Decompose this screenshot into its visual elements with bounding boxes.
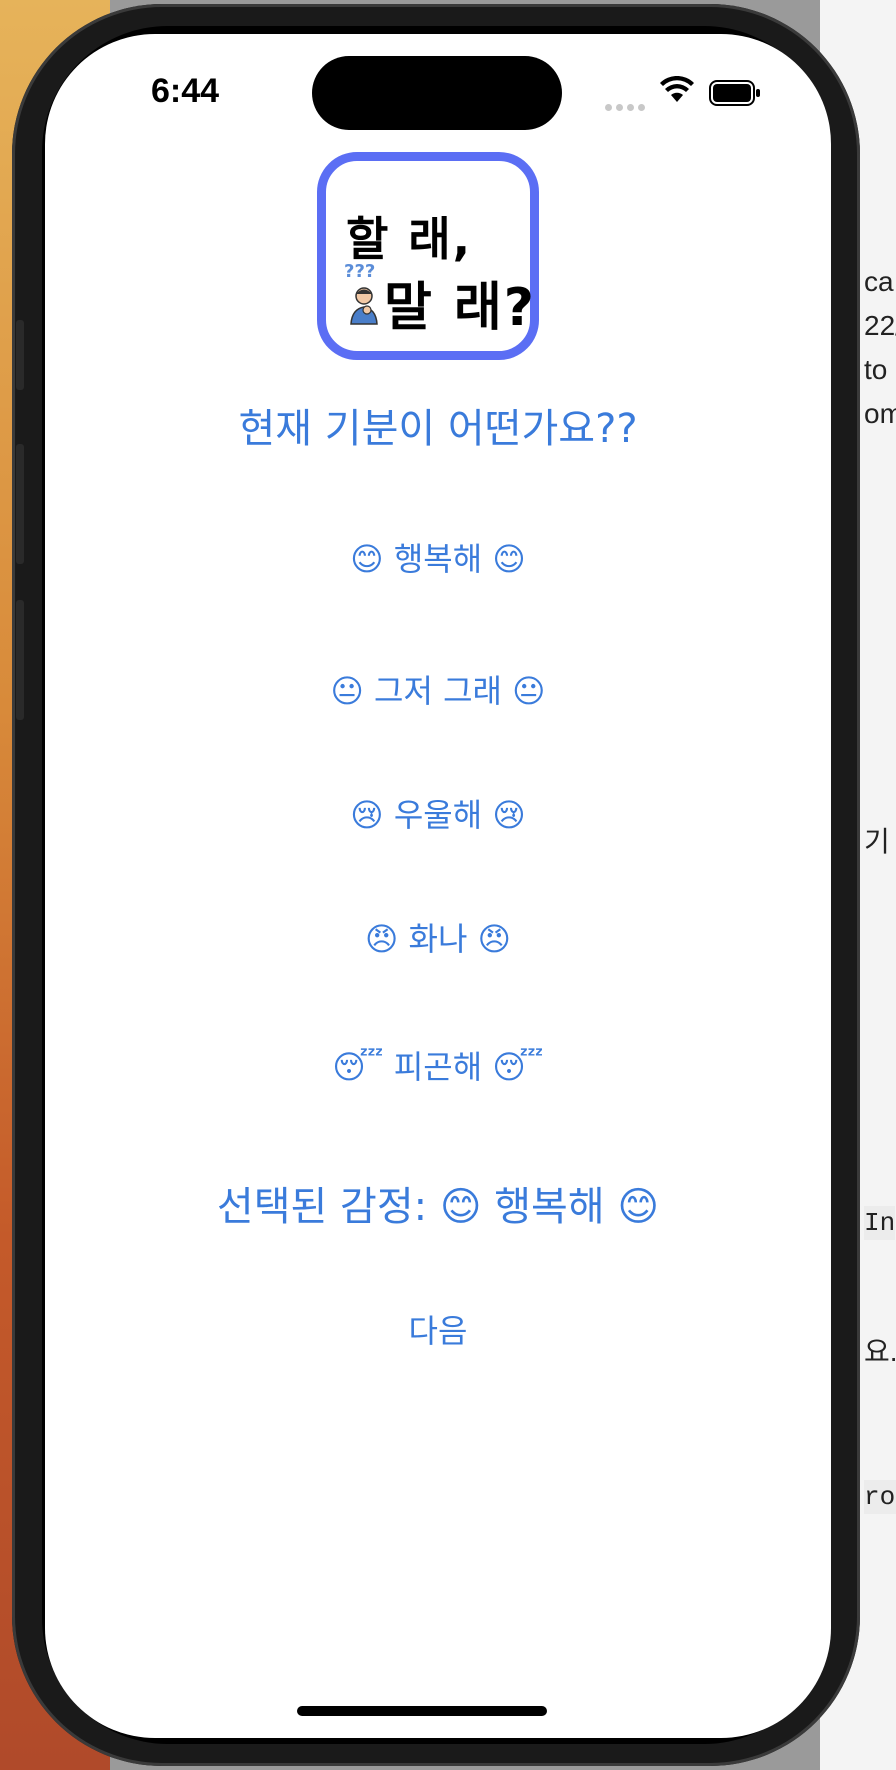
- volume-up-button: [16, 444, 24, 564]
- edge-text: 22/: [864, 310, 896, 341]
- next-button[interactable]: 다음: [45, 1306, 831, 1352]
- phone-screen: 6:44 할 래, ??? 말 래? 현재 기분이 어떤가요?? 😊 행복해 😊…: [45, 34, 831, 1738]
- logo-question-marks: ???: [344, 261, 376, 282]
- edge-text: to: [864, 354, 888, 385]
- selected-emotion: 선택된 감정: 😊 행복해 😊: [216, 1184, 660, 1230]
- edge-text: In: [864, 1206, 896, 1240]
- home-indicator[interactable]: [297, 1706, 547, 1716]
- logo-text-line1: 할 래,: [346, 212, 473, 266]
- mood-button-happy[interactable]: 😊 행복해 😊: [45, 534, 831, 580]
- mood-button-tired[interactable]: 😴 피곤해 😴: [45, 1042, 831, 1088]
- logo-text-line2: 말 래?: [384, 278, 536, 338]
- edge-text: om: [864, 398, 896, 429]
- wifi-icon: [660, 76, 694, 102]
- question-title: 현재 기분이 어떤가요??: [238, 406, 638, 452]
- edge-text: 요.: [864, 1336, 896, 1367]
- thinking-person-icon: [350, 287, 378, 325]
- status-time: 6:44: [151, 72, 220, 110]
- mood-button-so-so[interactable]: 😐 그저 그래 😐: [45, 666, 831, 712]
- side-button: [16, 320, 24, 390]
- edge-text: 기 ㅁ: [864, 826, 896, 857]
- mood-button-depressed[interactable]: 😢 우울해 😢: [45, 790, 831, 836]
- edge-text: rop: [864, 1480, 896, 1514]
- signal-icon: [605, 96, 649, 115]
- mood-button-angry[interactable]: 😠 화나 😠: [45, 914, 831, 960]
- app-logo: 할 래, ??? 말 래?: [317, 152, 539, 360]
- edge-text: ca: [864, 266, 894, 297]
- volume-down-button: [16, 600, 24, 720]
- battery-icon: [709, 80, 760, 106]
- dynamic-island: [312, 56, 562, 130]
